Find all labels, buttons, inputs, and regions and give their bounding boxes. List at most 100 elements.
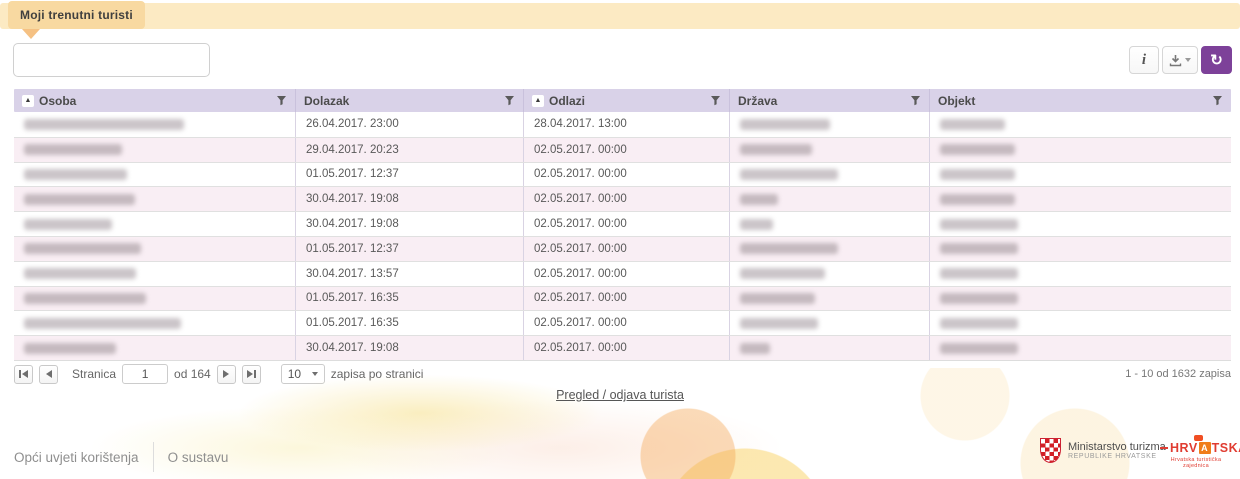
cell-osoba-redacted[interactable] — [14, 287, 296, 311]
filter-button[interactable] — [910, 95, 921, 106]
cell-objekt-redacted[interactable] — [930, 237, 1231, 261]
cell-dolazak: 01.05.2017. 12:37 — [296, 163, 524, 187]
first-page-button[interactable] — [14, 365, 33, 384]
table-row[interactable]: 01.05.2017. 12:37 02.05.2017. 00:00 — [14, 236, 1231, 261]
cell-odlazi: 02.05.2017. 00:00 — [524, 237, 730, 261]
search-input[interactable] — [13, 43, 210, 77]
cell-objekt-redacted[interactable] — [930, 262, 1231, 286]
cell-osoba-redacted[interactable] — [14, 212, 296, 236]
cell-drzava-redacted — [730, 187, 930, 211]
table-row[interactable]: 29.04.2017. 20:23 02.05.2017. 00:00 — [14, 137, 1231, 162]
cell-objekt-redacted[interactable] — [930, 336, 1231, 360]
info-button[interactable]: i — [1129, 46, 1159, 74]
info-icon: i — [1142, 52, 1146, 69]
redacted-text — [24, 268, 136, 279]
center-link-wrap: Pregled / odjava turista — [0, 386, 1240, 404]
ministry-name: Ministarstvo turizma — [1068, 441, 1166, 453]
cell-osoba-redacted[interactable] — [14, 112, 296, 137]
column-label: Odlazi — [549, 94, 585, 108]
table-row[interactable]: 26.04.2017. 23:00 28.04.2017. 13:00 — [14, 112, 1231, 137]
page-size-select[interactable]: 10 — [281, 364, 325, 384]
cell-dolazak: 29.04.2017. 20:23 — [296, 138, 524, 162]
filter-button[interactable] — [276, 95, 287, 106]
filter-icon — [1212, 95, 1223, 106]
page-label: Stranica — [72, 367, 116, 381]
cell-osoba-redacted[interactable] — [14, 163, 296, 187]
cell-drzava-redacted — [730, 311, 930, 335]
footer-separator — [153, 442, 154, 472]
cell-objekt-redacted[interactable] — [930, 187, 1231, 211]
htz-logo: HRV A TSKA Hrvatska turistička zajednica — [1158, 436, 1234, 469]
redacted-text — [24, 194, 135, 205]
filter-icon — [910, 95, 921, 106]
filter-button[interactable] — [710, 95, 721, 106]
table-body: 26.04.2017. 23:00 28.04.2017. 13:00 29.0… — [14, 112, 1231, 361]
cell-osoba-redacted[interactable] — [14, 336, 296, 360]
redacted-text — [740, 318, 818, 329]
table-row[interactable]: 01.05.2017. 16:35 02.05.2017. 00:00 — [14, 310, 1231, 335]
redacted-text — [940, 268, 1018, 279]
cell-objekt-redacted[interactable] — [930, 212, 1231, 236]
table-row[interactable]: 30.04.2017. 19:08 02.05.2017. 00:00 — [14, 186, 1231, 211]
cell-osoba-redacted[interactable] — [14, 311, 296, 335]
cell-objekt-redacted[interactable] — [930, 138, 1231, 162]
export-button[interactable] — [1162, 46, 1198, 74]
cell-osoba-redacted[interactable] — [14, 237, 296, 261]
table-row[interactable]: 01.05.2017. 16:35 02.05.2017. 00:00 — [14, 286, 1231, 311]
croatian-coat-of-arms-icon — [1040, 438, 1061, 463]
pregled-odjava-turista-link[interactable]: Pregled / odjava turista — [556, 388, 684, 402]
about-system-link[interactable]: O sustavu — [168, 450, 229, 465]
table-row[interactable]: 30.04.2017. 19:08 02.05.2017. 00:00 — [14, 211, 1231, 236]
footer-links: Opći uvjeti korištenja O sustavu — [14, 442, 228, 472]
cell-osoba-redacted[interactable] — [14, 138, 296, 162]
cell-odlazi: 02.05.2017. 00:00 — [524, 187, 730, 211]
column-header-objekt[interactable]: ▲ Objekt — [930, 89, 1231, 112]
column-header-dolazak[interactable]: ▲ Dolazak — [296, 89, 524, 112]
cell-drzava-redacted — [730, 336, 930, 360]
redacted-text — [24, 119, 184, 130]
table-row[interactable]: 01.05.2017. 12:37 02.05.2017. 00:00 — [14, 162, 1231, 187]
filter-button[interactable] — [1212, 95, 1223, 106]
cell-osoba-redacted[interactable] — [14, 262, 296, 286]
table-row[interactable]: 30.04.2017. 19:08 02.05.2017. 00:00 — [14, 335, 1231, 360]
redacted-text — [940, 169, 1015, 180]
redacted-text — [24, 318, 181, 329]
cell-dolazak: 30.04.2017. 19:08 — [296, 212, 524, 236]
next-page-button[interactable] — [217, 365, 236, 384]
cell-osoba-redacted[interactable] — [14, 187, 296, 211]
cell-drzava-redacted — [730, 287, 930, 311]
cell-objekt-redacted[interactable] — [930, 163, 1231, 187]
redacted-text — [740, 194, 778, 205]
redacted-text — [740, 293, 815, 304]
column-header-drzava[interactable]: ▲ Država — [730, 89, 930, 112]
last-page-button[interactable] — [242, 365, 261, 384]
column-header-osoba[interactable]: ▲ Osoba — [14, 89, 296, 112]
previous-page-button[interactable] — [39, 365, 58, 384]
cell-dolazak: 01.05.2017. 16:35 — [296, 311, 524, 335]
redacted-text — [940, 219, 1018, 230]
page-size-label: zapisa po stranici — [331, 367, 424, 381]
filter-button[interactable] — [504, 95, 515, 106]
cell-drzava-redacted — [730, 262, 930, 286]
cell-odlazi: 02.05.2017. 00:00 — [524, 163, 730, 187]
cell-objekt-redacted[interactable] — [930, 287, 1231, 311]
refresh-button[interactable]: ↻ — [1201, 46, 1232, 74]
column-header-odlazi[interactable]: ▲ Odlazi — [524, 89, 730, 112]
tab-moji-trenutni-turisti[interactable]: Moji trenutni turisti — [8, 1, 145, 29]
htz-word-part2: TSKA — [1212, 441, 1240, 455]
cell-objekt-redacted[interactable] — [930, 311, 1231, 335]
cell-odlazi: 02.05.2017. 00:00 — [524, 212, 730, 236]
page-number-input[interactable] — [122, 364, 168, 384]
redacted-text — [940, 194, 1015, 205]
redacted-text — [740, 119, 830, 130]
cell-objekt-redacted[interactable] — [930, 112, 1231, 137]
terms-of-use-link[interactable]: Opći uvjeti korištenja — [14, 450, 139, 465]
cell-dolazak: 30.04.2017. 19:08 — [296, 187, 524, 211]
redacted-text — [24, 293, 146, 304]
cell-drzava-redacted — [730, 138, 930, 162]
chevron-down-icon — [312, 372, 318, 376]
table-row[interactable]: 30.04.2017. 13:57 02.05.2017. 00:00 — [14, 261, 1231, 286]
redacted-text — [940, 318, 1018, 329]
column-label: Objekt — [938, 94, 975, 108]
redacted-text — [24, 144, 122, 155]
